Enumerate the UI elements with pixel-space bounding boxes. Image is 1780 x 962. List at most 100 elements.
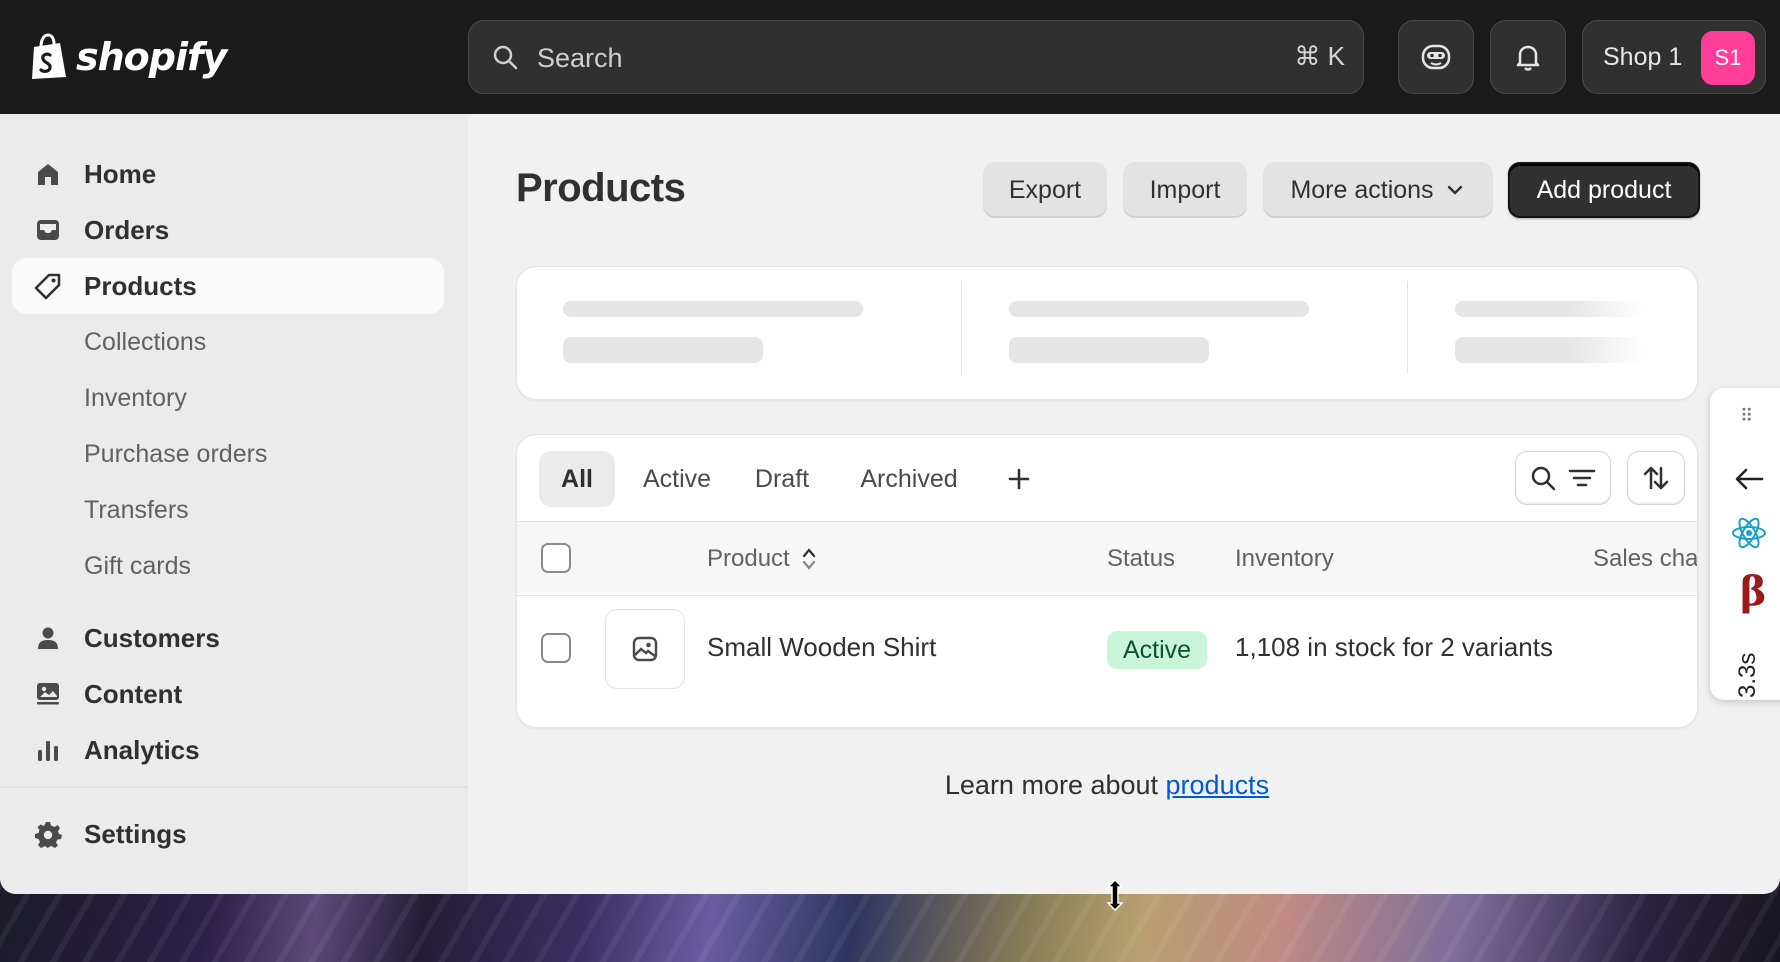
search-icon [493,45,518,70]
avatar: S1 [1701,31,1755,85]
column-header-product[interactable]: Product [707,545,818,573]
home-icon [38,164,58,185]
bell-icon [1516,45,1540,71]
sidebar-item-inventory[interactable]: Inventory [12,370,444,426]
sidebar-item-products[interactable]: Products [12,258,444,314]
skeleton-line [1009,337,1209,363]
add-view-button[interactable] [991,451,1047,507]
sidebar-item-label: Customers [84,622,220,653]
sidebar: Home Orders Products Collections Invento… [0,114,468,894]
skeleton-line [1009,301,1309,317]
search-input[interactable] [535,35,1219,81]
sidebar-item-collections[interactable]: Collections [12,314,444,370]
sidebar-item-orders[interactable]: Orders [12,202,444,258]
resize-cursor-icon [1106,878,1124,912]
divider [961,281,962,373]
sidebar-item-customers[interactable]: Customers [12,610,444,666]
import-button[interactable]: Import [1123,162,1247,218]
sort-icon [1643,466,1669,490]
more-actions-label: More actions [1290,175,1434,204]
add-product-button[interactable]: Add product [1508,162,1700,218]
search-filter-button[interactable] [1515,451,1611,505]
sort-chevrons-icon [802,548,815,570]
chevron-down-icon [1447,185,1462,195]
content-icon [37,683,59,705]
sidebar-item-analytics[interactable]: Analytics [12,722,444,778]
search-icon [1531,466,1556,491]
shop-menu-button[interactable]: Shop 1 S1 [1582,20,1766,94]
tab-draft[interactable]: Draft [737,451,827,507]
bar-chart-icon [38,741,58,761]
sort-button[interactable] [1627,451,1685,505]
admin-window: Home Orders Products Collections Invento… [0,114,1780,894]
sidebar-item-label: Analytics [84,734,200,765]
notifications-button[interactable] [1490,20,1566,94]
shopify-logo[interactable]: shopify [28,32,227,82]
sidebar-item-gift-cards[interactable]: Gift cards [12,538,444,594]
sidebar-item-label: Content [84,678,183,709]
sidebar-item-content[interactable]: Content [12,666,444,722]
learn-more-text: Learn more about products [516,770,1698,801]
skeleton-line [563,337,763,363]
sidebar-item-label: Collections [84,327,207,356]
page-title: Products [516,166,686,210]
gear-icon [35,822,62,848]
tab-archived[interactable]: Archived [841,451,977,507]
shop-name: Shop 1 [1603,43,1683,71]
sidebar-item-home[interactable]: Home [12,146,444,202]
column-header-status: Status [1107,545,1176,572]
search-shortcut: ⌘ K [1294,41,1345,71]
sidebar-item-label: Home [84,158,157,189]
brand-name: shopify [76,35,227,79]
dev-tools-panel: ⠿ β 3.3s [1710,388,1780,700]
sidebar-item-label: Orders [84,214,170,245]
row-checkbox[interactable] [541,633,571,663]
learn-more-link[interactable]: products [1166,770,1270,800]
arrow-left-icon[interactable] [1732,464,1766,494]
product-name-link[interactable]: Small Wooden Shirt [707,632,936,663]
export-button[interactable]: Export [983,162,1107,218]
sidebar-item-label: Products [84,270,197,301]
sidebar-item-transfers[interactable]: Transfers [12,482,444,538]
react-icon[interactable] [1730,514,1768,552]
analytics-loading-card [516,266,1698,400]
skeleton-line [1455,337,1645,363]
drag-handle-icon[interactable]: ⠿ [1740,406,1754,427]
skeleton-line [1455,301,1645,317]
sidebar-item-purchase-orders[interactable]: Purchase orders [12,426,444,482]
plus-icon [1008,468,1030,490]
sidebar-item-label: Transfers [84,495,189,524]
products-table-card: All Active Draft Archived Product Status… [516,434,1698,728]
tab-active[interactable]: Active [629,451,725,507]
tag-icon [34,273,61,300]
sidebar-divider [0,786,468,788]
sidebar-item-label: Purchase orders [84,439,268,468]
sidebar-item-label: Settings [84,818,187,849]
main-content: Products Export Import More actions Add … [468,114,1780,894]
load-time: 3.3s [1734,652,1761,698]
select-all-checkbox[interactable] [541,543,571,573]
sidebar-item-label: Inventory [84,383,187,412]
more-actions-button[interactable]: More actions [1263,162,1493,218]
learn-more-prefix: Learn more about [944,770,1166,800]
shopify-bag-icon [32,33,66,79]
status-badge: Active [1107,631,1208,669]
inventory-value: 1,108 in stock for 2 variants [1235,632,1553,662]
sidebar-item-settings[interactable]: Settings [12,806,444,862]
column-header-label: Product [707,545,790,572]
person-icon [38,627,58,649]
image-placeholder-icon [632,636,658,662]
product-thumbnail[interactable] [605,609,685,689]
divider [1407,281,1408,373]
sidekick-button[interactable] [1398,20,1474,94]
filter-icon [1568,469,1596,487]
search-bar[interactable]: ⌘ K [468,20,1364,94]
top-bar: shopify ⌘ K Shop 1 S1 [0,0,1780,114]
inbox-icon [37,220,59,240]
sidebar-item-label: Gift cards [84,551,191,580]
column-header-sales-channels: Sales cha [1593,545,1698,572]
beta-icon[interactable]: β [1740,568,1767,615]
skeleton-line [563,301,863,317]
tab-all[interactable]: All [539,451,615,507]
sidekick-icon [1421,44,1451,70]
